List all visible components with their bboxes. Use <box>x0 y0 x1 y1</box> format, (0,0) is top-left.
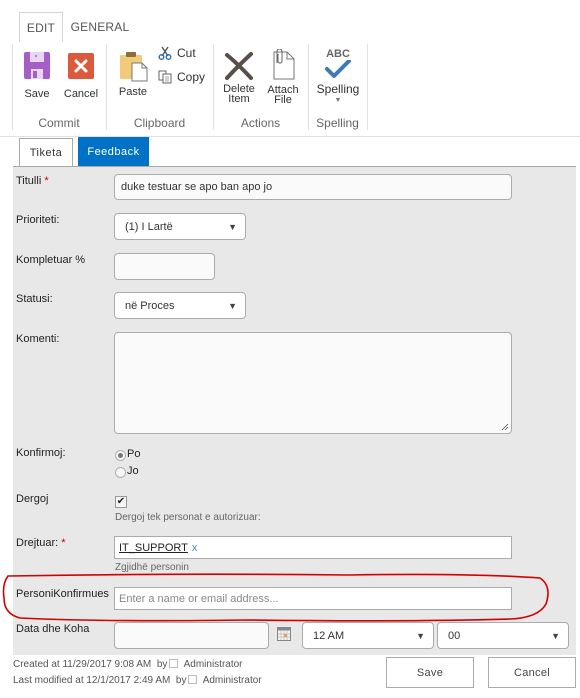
delete-item-button[interactable]: Delete Item <box>220 52 258 105</box>
created-timestamp: Created at 11/29/2017 9:08 AM <box>13 659 152 670</box>
minute-value: 00 <box>448 629 461 642</box>
required-mark: * <box>61 537 66 549</box>
cancel-ribbon-button[interactable]: Cancel <box>62 52 100 100</box>
personi-konfirmues-input[interactable]: Enter a name or email address... <box>114 587 512 610</box>
radio-po[interactable] <box>115 450 126 461</box>
titulli-label-text: Titulli <box>16 175 42 187</box>
remove-user-icon[interactable]: x <box>192 542 198 554</box>
data-dhe-koha-label: Data dhe Koha <box>16 623 90 635</box>
statusi-label: Statusi: <box>16 293 53 305</box>
delete-icon <box>225 52 253 80</box>
minute-select[interactable]: 00 ▼ <box>437 622 569 649</box>
kompletuar-input[interactable] <box>114 253 215 280</box>
cut-label: Cut <box>177 46 196 60</box>
prioriteti-select[interactable]: (1) I Lartë ▼ <box>114 213 246 240</box>
by-text: by <box>156 659 168 670</box>
kompletuar-label: Kompletuar % <box>16 254 86 266</box>
statusi-select[interactable]: në Proces ▼ <box>114 292 246 319</box>
radio-jo[interactable] <box>115 467 126 478</box>
dropdown-arrow-icon: ▼ <box>416 630 425 641</box>
spelling-check-icon <box>325 60 351 78</box>
copy-icon <box>158 70 172 84</box>
personi-konfirmues-label: PersoniKonfirmues <box>16 588 109 600</box>
prioriteti-value: (1) I Lartë <box>125 220 173 233</box>
personi-konfirmues-placeholder: Enter a name or email address... <box>119 592 279 605</box>
radio-po-label: Po <box>127 448 141 460</box>
cut-icon <box>158 46 172 60</box>
hour-value: 12 AM <box>313 629 345 642</box>
titulli-value: duke testuar se apo ban apo jo <box>121 181 273 193</box>
spelling-label: Spelling <box>316 82 360 96</box>
delete-item-label-line2: Item <box>228 93 250 105</box>
modified-timestamp: Last modified at 12/1/2017 2:49 AM <box>13 675 171 686</box>
drejtuar-label: Drejtuar: * <box>16 537 66 549</box>
cancel-icon <box>68 53 94 79</box>
ribbon-tab-edit[interactable]: EDIT <box>19 12 63 42</box>
required-mark: * <box>44 175 49 187</box>
drejtuar-people-picker[interactable]: IT_SUPPORT x <box>114 536 512 559</box>
dropdown-arrow-icon: ▼ <box>228 221 237 232</box>
calendar-icon[interactable] <box>277 627 291 641</box>
paste-icon <box>120 52 148 82</box>
radio-jo-label: Jo <box>127 465 139 477</box>
konfirmoj-label: Konfirmoj: <box>16 447 66 459</box>
copy-label: Copy <box>177 70 206 84</box>
user-presence-icon <box>188 675 198 684</box>
date-input[interactable] <box>114 622 269 649</box>
check-icon: ✔ <box>116 496 126 507</box>
attach-file-button[interactable]: Attach File <box>264 49 302 106</box>
attach-icon <box>273 49 295 80</box>
modified-info: Last modified at 12/1/2017 2:49 AM by Ad… <box>13 675 262 686</box>
hour-select[interactable]: 12 AM ▼ <box>302 622 434 649</box>
created-by-author[interactable]: Administrator <box>184 659 243 670</box>
copy-ribbon-button[interactable]: Copy <box>158 70 205 84</box>
paste-label: Paste <box>118 86 148 98</box>
paste-ribbon-button[interactable]: Paste <box>115 50 151 98</box>
dergoj-label: Dergoj <box>16 493 49 505</box>
group-label-actions: Actions <box>240 116 281 130</box>
titulli-label: Titulli * <box>16 175 49 187</box>
save-icon <box>24 52 50 79</box>
group-label-commit: Commit <box>38 116 80 130</box>
save-label: Save <box>24 88 50 100</box>
dergoj-checkbox[interactable]: ✔ <box>115 496 127 508</box>
save-button[interactable]: Save <box>386 657 474 688</box>
group-label-clipboard: Clipboard <box>133 116 186 130</box>
drejtuar-hint: Zgjidhë personin <box>115 562 189 573</box>
attach-file-label-line2: File <box>274 94 292 106</box>
ribbon-tab-general[interactable]: GENERAL <box>70 12 130 42</box>
drejtuar-label-text: Drejtuar: <box>16 537 59 549</box>
komenti-label: Komenti: <box>16 333 60 345</box>
dergoj-hint: Dergoj tek personat e autorizuar: <box>115 512 261 523</box>
spelling-button[interactable]: ABC Spelling ▼ <box>313 48 363 106</box>
user-presence-icon <box>169 659 179 668</box>
save-ribbon-button[interactable]: Save <box>20 52 54 100</box>
chevron-down-icon: ▼ <box>334 97 342 104</box>
by-text: by <box>175 675 187 686</box>
cancel-label: Cancel <box>63 88 99 100</box>
dropdown-arrow-icon: ▼ <box>228 300 237 311</box>
tab-tiketa[interactable]: Tiketa <box>19 138 73 166</box>
resize-handle-icon[interactable] <box>501 423 509 431</box>
tab-feedback[interactable]: Feedback <box>78 137 149 167</box>
modified-by-author[interactable]: Administrator <box>203 675 262 686</box>
statusi-value: në Proces <box>125 299 175 312</box>
spelling-abc-text: ABC <box>326 48 350 60</box>
prioriteti-label: Prioriteti: <box>16 214 60 226</box>
ribbon-divider <box>367 44 368 130</box>
titulli-input[interactable]: duke testuar se apo ban apo jo <box>114 174 512 200</box>
resolved-user-it-support[interactable]: IT_SUPPORT <box>119 542 188 554</box>
dropdown-arrow-icon: ▼ <box>551 630 560 641</box>
cut-ribbon-button[interactable]: Cut <box>158 46 196 60</box>
cancel-button[interactable]: Cancel <box>488 657 576 688</box>
created-info: Created at 11/29/2017 9:08 AM by Adminis… <box>13 659 243 670</box>
group-label-spelling: Spelling <box>316 116 359 130</box>
komenti-textarea[interactable] <box>114 332 512 434</box>
